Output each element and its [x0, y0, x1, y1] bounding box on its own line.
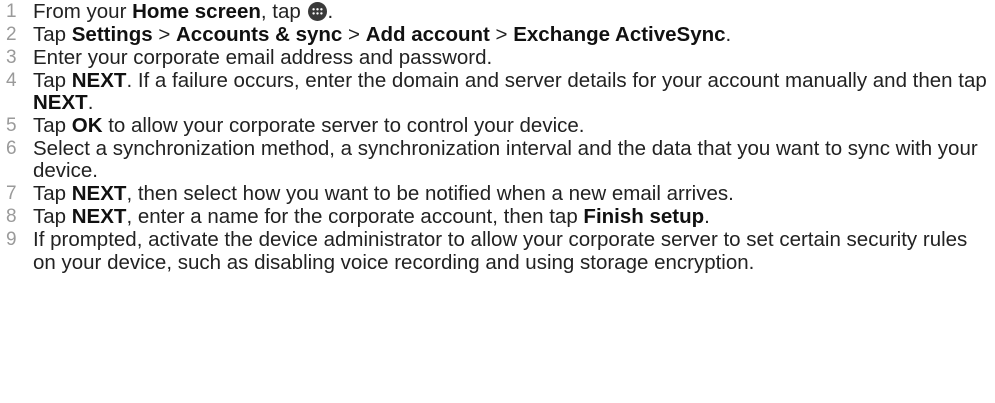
step-text: Tap Settings > Accounts & sync > Add acc…	[33, 22, 995, 47]
step-text-part: Tap	[33, 114, 72, 138]
add-account-term: Add account	[365, 22, 490, 46]
step-3: 3 Enter your corporate email address and…	[0, 45, 995, 70]
step-text-part: >	[152, 22, 176, 46]
next-term: NEXT	[71, 68, 127, 92]
step-7: 7 Tap NEXT, then select how you want to …	[0, 183, 995, 206]
step-number: 1	[6, 1, 17, 22]
finish-setup-term: Finish setup	[583, 205, 705, 229]
step-number: 2	[6, 23, 17, 45]
step-text-part: .	[327, 0, 334, 23]
accounts-sync-term: Accounts & sync	[176, 22, 343, 46]
apps-icon	[308, 2, 328, 21]
step-text-part: Enter your corporate email address and p…	[33, 45, 493, 69]
step-text-part: , enter a name for the corporate account…	[126, 205, 584, 229]
step-text-part: From your	[33, 0, 133, 23]
step-text-part: Tap	[33, 68, 72, 92]
step-6: 6 Select a synchronization method, a syn…	[0, 136, 995, 183]
step-text: Tap NEXT, enter a name for the corporate…	[33, 205, 995, 229]
step-number: 6	[6, 137, 17, 159]
step-text-part: .	[725, 22, 732, 46]
step-text-part: , tap	[260, 0, 307, 23]
step-5: 5 Tap OK to allow your corporate server …	[0, 114, 995, 138]
instruction-steps: 1 From your Home screen, tap . 2 Tap Set…	[0, 0, 995, 275]
step-text-part: >	[489, 22, 514, 46]
step-2: 2 Tap Settings > Accounts & sync > Add a…	[0, 22, 995, 47]
ok-term: OK	[71, 114, 103, 138]
step-text: If prompted, activate the device adminis…	[33, 228, 995, 274]
step-text: Tap NEXT. If a failure occurs, enter the…	[33, 68, 995, 115]
step-number: 3	[6, 46, 17, 68]
step-text: Enter your corporate email address and p…	[33, 45, 995, 70]
step-text-part: Tap	[33, 205, 72, 229]
step-text-part: If prompted, activate the device adminis…	[33, 228, 968, 274]
step-number: 5	[6, 115, 17, 137]
step-9: 9 If prompted, activate the device admin…	[0, 228, 995, 274]
step-text-part: Select a synchronization method, a synch…	[33, 136, 978, 183]
step-text-part: Tap	[33, 182, 72, 206]
step-number: 8	[6, 206, 17, 228]
step-1: 1 From your Home screen, tap .	[0, 0, 995, 24]
step-8: 8 Tap NEXT, enter a name for the corpora…	[0, 205, 995, 229]
step-text: Tap NEXT, then select how you want to be…	[33, 183, 995, 206]
step-text-part: to allow your corporate server to contro…	[102, 114, 585, 138]
home-screen-term: Home screen	[132, 0, 261, 23]
settings-term: Settings	[71, 22, 153, 46]
step-text-part: , then select how you want to be notifie…	[126, 182, 734, 206]
step-text-part: . If a failure occurs, enter the domain …	[126, 68, 987, 92]
step-number: 4	[6, 69, 17, 91]
step-text-part: .	[704, 205, 710, 229]
step-text-part: .	[87, 91, 94, 115]
step-text: From your Home screen, tap .	[33, 0, 995, 24]
step-number: 9	[6, 229, 17, 251]
step-text-part: Tap	[33, 22, 72, 46]
next-term: NEXT	[71, 182, 127, 206]
next-term: NEXT	[33, 91, 88, 115]
next-term: NEXT	[71, 205, 127, 229]
step-4: 4 Tap NEXT. If a failure occurs, enter t…	[0, 68, 995, 115]
step-text: Tap OK to allow your corporate server to…	[33, 114, 995, 138]
exchange-activesync-term: Exchange ActiveSync	[513, 22, 726, 46]
step-text-part: >	[342, 22, 366, 46]
step-text: Select a synchronization method, a synch…	[33, 136, 995, 183]
step-number: 7	[6, 183, 17, 205]
